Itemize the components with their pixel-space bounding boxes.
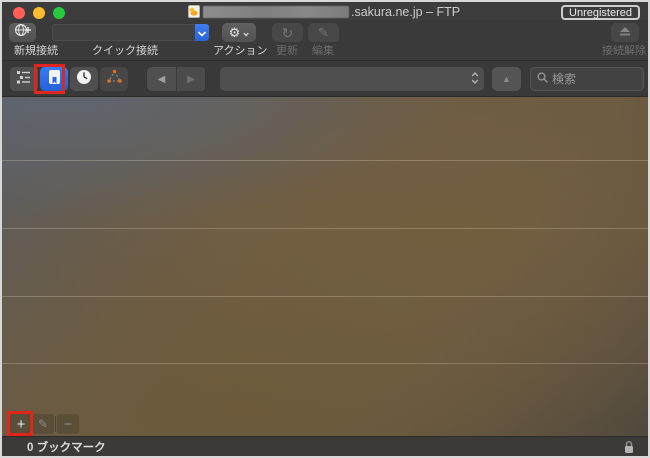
redacted-hostname bbox=[203, 6, 349, 18]
action-label: アクション bbox=[213, 42, 265, 56]
new-connection-label: 新規接続 bbox=[2, 42, 70, 56]
forward-icon: ▶ bbox=[187, 74, 195, 85]
bookmark-action-bar: + ✎ − bbox=[2, 412, 648, 436]
bookmark-list-area[interactable] bbox=[2, 97, 648, 436]
plus-icon: + bbox=[17, 416, 26, 433]
chevron-down-icon bbox=[243, 24, 249, 42]
remove-bookmark-button: − bbox=[57, 414, 79, 434]
add-bookmark-button[interactable]: + bbox=[10, 414, 32, 434]
browser-navbar: ◀ ▶ ▲ bbox=[2, 61, 648, 97]
path-popup-button[interactable] bbox=[220, 67, 484, 91]
row-separator bbox=[2, 160, 648, 161]
row-separator bbox=[2, 363, 648, 364]
row-separator bbox=[2, 296, 648, 297]
minimize-button[interactable] bbox=[33, 7, 45, 19]
cyberduck-window: .sakura.ne.jp – FTP Unregistered 新規接続 クイ… bbox=[0, 0, 650, 458]
close-button[interactable] bbox=[13, 7, 25, 19]
gear-icon: ⚙ bbox=[229, 26, 241, 39]
edit-button: ✎ bbox=[308, 23, 339, 42]
unregistered-badge: Unregistered bbox=[561, 5, 640, 20]
pencil-icon: ✎ bbox=[38, 417, 48, 431]
disconnect-button bbox=[611, 23, 639, 42]
eject-icon bbox=[619, 24, 631, 42]
minus-icon: − bbox=[64, 416, 73, 433]
clock-icon bbox=[76, 69, 92, 90]
bonjour-view-button[interactable] bbox=[100, 67, 128, 91]
history-view-button[interactable] bbox=[70, 67, 98, 91]
back-icon: ◀ bbox=[158, 74, 166, 85]
lock-icon bbox=[623, 440, 635, 458]
outline-view-icon bbox=[16, 70, 32, 89]
bookmark-count: 0 ブックマーク bbox=[27, 439, 106, 455]
new-connection-button[interactable] bbox=[9, 23, 36, 42]
chevron-down-icon bbox=[198, 24, 206, 42]
pencil-icon: ✎ bbox=[318, 26, 329, 39]
bookmark-icon bbox=[48, 69, 61, 90]
search-icon bbox=[537, 70, 548, 88]
search-field[interactable] bbox=[530, 67, 644, 91]
zoom-button[interactable] bbox=[53, 7, 65, 19]
disconnect-label: 接続解除 bbox=[599, 42, 649, 56]
refresh-button: ↻ bbox=[272, 23, 303, 42]
upload-button: ▲ bbox=[492, 67, 521, 91]
updown-chevrons-icon bbox=[471, 71, 479, 88]
quick-connect-label: クイック接続 bbox=[75, 42, 175, 56]
edit-bookmark-button: ✎ bbox=[32, 414, 54, 434]
back-button[interactable]: ◀ bbox=[147, 67, 176, 91]
main-toolbar: 新規接続 クイック接続 ⚙ アクション ↻ 更新 ✎ 編集 bbox=[2, 20, 648, 61]
refresh-icon: ↻ bbox=[282, 26, 294, 40]
quick-connect-dropdown-button[interactable] bbox=[195, 24, 209, 41]
bonjour-network-icon bbox=[106, 69, 123, 90]
window-title: .sakura.ne.jp – FTP bbox=[351, 4, 460, 20]
titlebar: .sakura.ne.jp – FTP Unregistered bbox=[2, 2, 648, 20]
action-button[interactable]: ⚙ bbox=[222, 23, 256, 42]
history-nav-group: ◀ ▶ bbox=[147, 67, 206, 91]
upload-icon: ▲ bbox=[502, 74, 511, 84]
search-input[interactable] bbox=[552, 72, 637, 86]
divider bbox=[55, 416, 56, 432]
outline-view-button[interactable] bbox=[10, 67, 38, 91]
edit-label: 編集 bbox=[302, 42, 344, 56]
quick-connect-input[interactable] bbox=[52, 24, 195, 41]
bookmarks-view-button[interactable] bbox=[40, 67, 68, 91]
cyberduck-duck-icon bbox=[188, 5, 200, 18]
row-separator bbox=[2, 228, 648, 229]
globe-plus-icon bbox=[14, 23, 32, 42]
statusbar: 0 ブックマーク bbox=[2, 436, 648, 456]
forward-button: ▶ bbox=[176, 67, 205, 91]
